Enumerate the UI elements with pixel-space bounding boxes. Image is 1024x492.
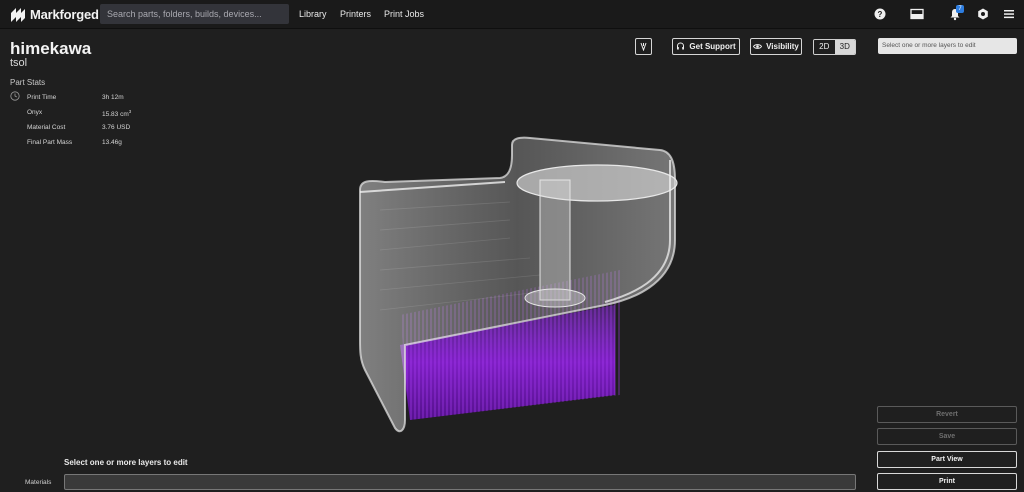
pillar-base-ellipse bbox=[524, 288, 586, 308]
eye-icon bbox=[753, 44, 763, 49]
stat-value-onyx-unit-exponent: 3 bbox=[128, 109, 132, 114]
revert-button[interactable]: Revert bbox=[877, 406, 1017, 423]
menu-icon[interactable] bbox=[1002, 7, 1016, 21]
materials-bar[interactable] bbox=[64, 474, 856, 490]
headset-icon bbox=[677, 42, 685, 50]
part-stats-heading: Part Stats bbox=[10, 78, 46, 87]
slice-tool-button[interactable] bbox=[635, 38, 652, 55]
stat-label-final-part-mass: Final Part Mass bbox=[27, 139, 73, 146]
stat-label-onyx: Onyx bbox=[27, 109, 43, 116]
notification-badge: 7 bbox=[956, 5, 964, 13]
stat-value-print-time: 3h 12m bbox=[102, 94, 124, 101]
clock-icon bbox=[10, 91, 20, 101]
settings-icon[interactable] bbox=[976, 7, 990, 21]
view-2d-button[interactable]: 2D bbox=[814, 40, 835, 54]
stat-label-material-cost: Material Cost bbox=[27, 124, 66, 131]
layer-select-dropdown[interactable]: Select one or more layers to edit bbox=[878, 38, 1017, 54]
layers-cut-icon bbox=[640, 42, 647, 51]
nav-print-jobs[interactable]: Print Jobs bbox=[384, 9, 424, 19]
search-input[interactable] bbox=[100, 4, 289, 24]
help-icon[interactable]: ? bbox=[873, 7, 887, 21]
part-3d-viewport[interactable] bbox=[330, 120, 710, 445]
get-support-label: Get Support bbox=[689, 42, 736, 51]
print-button[interactable]: Print bbox=[877, 473, 1017, 490]
nav-library[interactable]: Library bbox=[299, 9, 327, 19]
markforged-logo-icon bbox=[11, 7, 25, 22]
visibility-button[interactable]: Visibility bbox=[750, 38, 802, 55]
part-view-button[interactable]: Part View bbox=[877, 451, 1017, 468]
stat-value-material-cost: 3.76 USD bbox=[102, 124, 131, 131]
display-icon[interactable] bbox=[910, 7, 924, 21]
materials-label: Materials bbox=[25, 479, 52, 486]
visibility-label: Visibility bbox=[766, 42, 799, 51]
part-title: himekawa bbox=[10, 39, 92, 58]
layer-edit-prompt: Select one or more layers to edit bbox=[64, 458, 188, 467]
brand-name: Markforged bbox=[30, 7, 99, 22]
brand-logo[interactable]: Markforged bbox=[10, 6, 99, 23]
svg-text:?: ? bbox=[878, 10, 883, 19]
stat-value-final-part-mass: 13.46g bbox=[102, 139, 122, 146]
save-button[interactable]: Save bbox=[877, 428, 1017, 445]
inner-pillar bbox=[539, 179, 571, 301]
stat-value-onyx-text: 15.83 cm bbox=[102, 111, 129, 119]
stat-label-print-time: Print Time bbox=[27, 94, 57, 101]
part-subtitle: tsol bbox=[10, 57, 28, 69]
view-3d-button[interactable]: 3D bbox=[834, 40, 855, 54]
nav-printers[interactable]: Printers bbox=[340, 9, 371, 19]
stat-value-onyx: 15.83 cm3 bbox=[102, 109, 131, 118]
get-support-button[interactable]: Get Support bbox=[672, 38, 740, 55]
view-mode-toggle: 2D 3D bbox=[813, 39, 856, 55]
top-nav: Markforged Library Printers Print Jobs ?… bbox=[0, 0, 1024, 29]
